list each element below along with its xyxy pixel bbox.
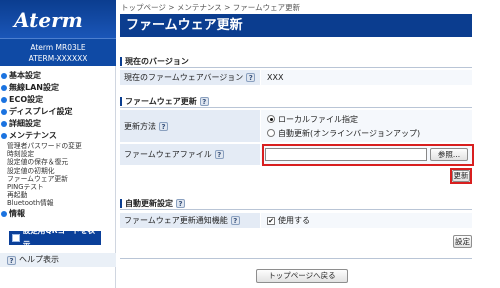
bullet-icon [1, 97, 7, 103]
radio-auto-update[interactable]: 自動更新(オンラインバージョンアップ) [267, 126, 420, 140]
model-ssid: ATERM-XXXXXX [28, 54, 88, 63]
help-icon[interactable]: ? [176, 199, 185, 208]
help-toggle[interactable]: ? ヘルプ表示 [0, 253, 116, 267]
bullet-icon [1, 210, 7, 217]
bullet-icon [1, 73, 7, 79]
sidebar-subitem-backup[interactable]: 設定値の保存＆復元 [0, 158, 116, 166]
sidebar: Aterm Aterm MR03LE ATERM-XXXXXX 基本設定 無線L… [0, 0, 116, 288]
aterm-logo: Aterm [0, 0, 116, 38]
section-firmware-update: ファームウェア更新? [120, 96, 472, 107]
update-method-row: 更新方法? ローカルファイル指定 自動更新(オンラインバージョンアップ) [120, 110, 472, 143]
use-notify-checkbox[interactable]: ✔ 使用する [267, 215, 310, 226]
sidebar-item-wlan[interactable]: 無線LAN設定 [0, 82, 116, 94]
help-icon: ? [7, 255, 16, 265]
current-version-label: 現在のファームウェアバージョン? [120, 70, 260, 85]
bullet-icon [1, 109, 7, 115]
page-title: ファームウェア更新 [120, 14, 472, 37]
main-content: トップページ > メンテナンス > ファームウェア更新 ファームウェア更新 現在… [117, 0, 500, 288]
sidebar-item-maintenance[interactable]: メンテナンス [0, 130, 116, 142]
firmware-file-label: ファームウェアファイル? [120, 144, 260, 165]
back-to-top-button[interactable]: トップページへ戻る [256, 269, 348, 283]
sidebar-subitem-ping[interactable]: PINGテスト [0, 183, 116, 191]
sidebar-subitem-password[interactable]: 管理者パスワードの変更 [0, 142, 116, 150]
update-notify-label: ファームウェア更新通知機能? [120, 213, 260, 228]
checkmark-icon: ✔ [267, 216, 275, 225]
show-qr-button[interactable]: 設定用QRコードを表示 [9, 226, 101, 249]
radio-local-file[interactable]: ローカルファイル指定 [267, 112, 358, 126]
model-name: Aterm MR03LE [30, 43, 86, 52]
sidebar-item-basic[interactable]: 基本設定 [0, 70, 116, 82]
help-icon[interactable]: ? [159, 121, 168, 131]
browse-button[interactable]: 参照... [430, 148, 468, 161]
breadcrumb: トップページ > メンテナンス > ファームウェア更新 [121, 3, 301, 12]
sidebar-item-advanced[interactable]: 詳細設定 [0, 118, 116, 130]
help-icon[interactable]: ? [246, 73, 256, 82]
firmware-file-input[interactable] [265, 148, 427, 161]
help-icon[interactable]: ? [230, 216, 240, 225]
bullet-icon [1, 85, 7, 91]
update-button[interactable]: 更新 [452, 170, 470, 182]
sidebar-item-display[interactable]: ディスプレイ設定 [0, 106, 116, 118]
bullet-icon [1, 133, 7, 139]
sidebar-menu: 基本設定 無線LAN設定 ECO設定 ディスプレイ設定 詳細設定 メンテナンス … [0, 70, 116, 220]
sidebar-item-info[interactable]: 情報 [0, 208, 116, 220]
divider [120, 209, 472, 210]
sidebar-item-eco[interactable]: ECO設定 [0, 94, 116, 106]
model-info: Aterm MR03LE ATERM-XXXXXX [0, 38, 116, 66]
help-icon[interactable]: ? [214, 150, 224, 159]
set-button[interactable]: 設定 [453, 235, 472, 248]
qr-code-icon [12, 234, 20, 242]
update-method-label: 更新方法? [120, 110, 260, 142]
sidebar-subitem-bluetooth[interactable]: Bluetooth情報 [0, 199, 116, 207]
divider [120, 258, 472, 259]
sidebar-subitem-reset[interactable]: 設定値の初期化 [0, 167, 116, 175]
divider [120, 107, 472, 108]
section-current-version: 現在のバージョン [120, 56, 472, 67]
current-version-value: XXX [261, 70, 472, 85]
help-icon[interactable]: ? [199, 97, 209, 106]
sidebar-subitem-firmware[interactable]: ファームウェア更新 [0, 175, 116, 183]
section-auto-update: 自動更新設定? [120, 198, 472, 209]
bullet-icon [1, 121, 7, 127]
radio-selected-icon [267, 115, 275, 123]
current-version-row: 現在のファームウェアバージョン? XXX [120, 70, 472, 86]
page: Aterm Aterm MR03LE ATERM-XXXXXX 基本設定 無線L… [0, 0, 500, 288]
divider [120, 67, 472, 68]
update-notify-row: ファームウェア更新通知機能? ✔ 使用する [120, 213, 472, 229]
radio-icon [267, 129, 275, 137]
